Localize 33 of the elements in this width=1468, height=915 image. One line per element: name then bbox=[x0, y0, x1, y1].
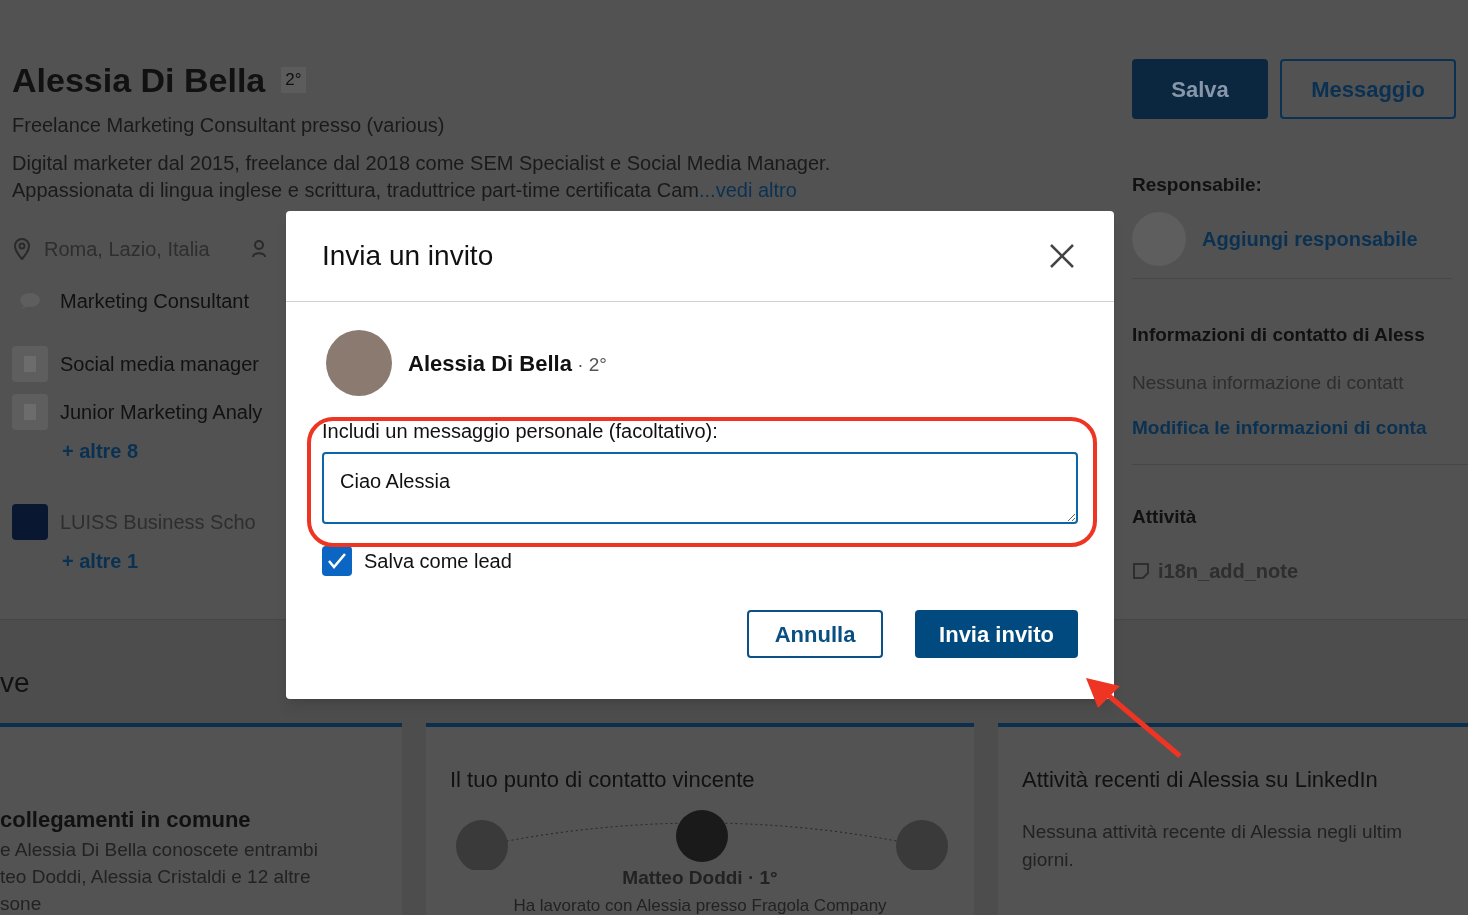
building-icon bbox=[12, 346, 48, 382]
card-title: collegamenti in comune bbox=[0, 806, 252, 834]
degree-badge: 2° bbox=[281, 67, 306, 93]
checkbox-label: Salva come lead bbox=[364, 549, 512, 574]
section-heading: Responsabile: bbox=[1132, 173, 1263, 197]
message-button[interactable]: Messaggio bbox=[1280, 59, 1456, 119]
section-heading: Attività bbox=[1132, 505, 1198, 529]
experience-text: Social media manager bbox=[60, 352, 259, 377]
edit-contact-link[interactable]: Modifica le informazioni di conta bbox=[1132, 413, 1468, 465]
school-logo-icon bbox=[12, 504, 48, 540]
cancel-button[interactable]: Annulla bbox=[747, 610, 884, 658]
card-title: Attività recenti di Alessia su LinkedIn bbox=[1022, 766, 1379, 794]
see-more-link[interactable]: ...vedi altro bbox=[699, 179, 797, 201]
message-label: Includi un messaggio personale (facoltativo): bbox=[322, 419, 719, 444]
add-owner-link[interactable]: Aggiungi responsabile bbox=[1202, 223, 1418, 254]
note-icon bbox=[1132, 561, 1150, 580]
card-title: Il tuo punto di contatto vincente bbox=[450, 766, 756, 794]
experience-text: Marketing Consultant bbox=[60, 289, 249, 314]
experience-text: Junior Marketing Analy bbox=[60, 400, 263, 425]
profile-summary: Digital marketer dal 2015, freelance dal 2018 come SEM Specialist e Social Media Manager. Appassionata di lingua inglese e scrittura, traduttrice part-time certificata Cam...vedi altro bbox=[12, 151, 832, 203]
section-title: ve bbox=[0, 666, 30, 700]
profile-headline: Freelance Marketing Consultant presso (various) bbox=[12, 113, 446, 138]
invitee-name: Alessia Di Bella · 2° bbox=[408, 349, 607, 378]
section-heading: Informazioni di contatto di Aless bbox=[1132, 322, 1426, 347]
save-button[interactable]: Salva bbox=[1132, 59, 1268, 119]
message-field[interactable]: Ciao Alessia bbox=[322, 452, 1078, 524]
location-pin-icon bbox=[12, 238, 32, 260]
profile-name: Alessia Di Bella bbox=[12, 60, 266, 100]
people-icon bbox=[251, 240, 268, 258]
lead-checkbox[interactable] bbox=[322, 546, 352, 576]
building-icon bbox=[12, 394, 48, 430]
dialog-title: Invia un invito bbox=[322, 239, 494, 273]
send-invite-button[interactable]: Invia invito bbox=[915, 610, 1078, 658]
